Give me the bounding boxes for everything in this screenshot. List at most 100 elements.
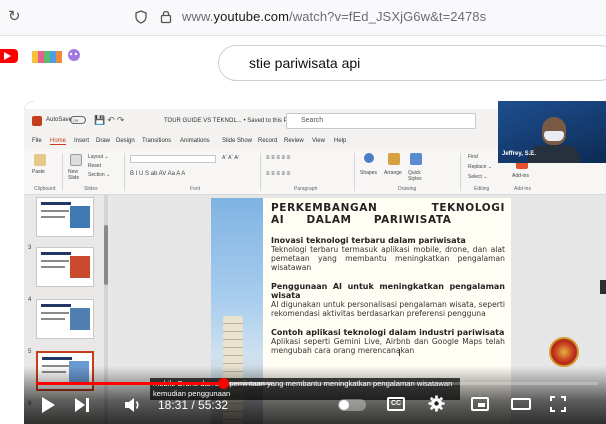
text-cursor-icon: I: [398, 348, 401, 359]
ppt-menu-slideshow: Slide Show: [222, 138, 253, 144]
thumb-image: [70, 206, 90, 228]
play-button[interactable]: [42, 397, 55, 413]
slide-heading: Penggunaan AI untuk meningkatkan pengala…: [271, 282, 505, 300]
ppt-menu-animations: Animations: [180, 138, 210, 144]
ribbon-divider: [124, 153, 125, 191]
ppt-menu-design: Design: [116, 138, 135, 144]
thumb-line: [41, 266, 65, 268]
quick-styles-icon: [410, 153, 422, 165]
url-path: /watch?v=fEd_JSXjG6w&t=2478s: [289, 9, 487, 24]
volume-icon[interactable]: [124, 397, 142, 413]
thumb-line: [41, 312, 69, 314]
shapes-icon: [364, 153, 374, 163]
ppt-shapes-label: Shapes: [360, 170, 377, 176]
browser-toolbar: ↻ www.youtube.com/watch?v=fEd_JSXjG6w&t=…: [0, 0, 606, 36]
subtitles-button[interactable]: CC: [387, 397, 405, 411]
ppt-new-slide-label: New Slide: [68, 169, 80, 181]
ppt-quick-access-icons: 💾↶↷: [94, 115, 127, 125]
page-scrollbar-thumb[interactable]: [600, 280, 606, 294]
search-query-text: stie pariwisata api: [249, 55, 361, 71]
ppt-arrange-label: Arrange: [384, 170, 402, 176]
ppt-menu-transitions: Transitions: [142, 138, 172, 144]
thumb-image: [70, 256, 90, 278]
progress-loaded: [223, 382, 273, 385]
time-display: 18:31 / 55:32: [158, 398, 229, 412]
ribbon-divider: [460, 153, 461, 191]
search-input[interactable]: stie pariwisata api: [218, 45, 606, 81]
miniplayer-button[interactable]: [471, 397, 489, 411]
current-time: 18:31: [158, 398, 189, 412]
autoplay-toggle[interactable]: [338, 399, 366, 411]
ppt-replace-label: Replace ⌄: [468, 164, 492, 170]
ribbon-divider: [260, 153, 261, 191]
presenter-webcam: Jeffrey, S.E.: [498, 101, 606, 163]
slide-thumbnail: [36, 299, 94, 339]
presenter-mask: [544, 131, 564, 141]
slide-body: Teknologi terbaru termasuk aplikasi mobi…: [271, 245, 505, 272]
slide-thumbnail: [36, 197, 94, 237]
font-size-icons: Aˆ Aˇ A⁄: [222, 155, 239, 161]
new-slide-icon: [70, 154, 82, 166]
ppt-search-box: Search: [286, 113, 476, 129]
ribbon-divider: [62, 153, 63, 191]
ribbon-divider: [354, 153, 355, 191]
ribbon-group-slides: Slides: [84, 186, 98, 192]
ppt-paste-label: Paste: [32, 169, 45, 175]
ribbon-group-paragraph: Paragraph: [294, 186, 318, 192]
thumb-number: 3: [28, 245, 32, 251]
next-button[interactable]: [74, 397, 90, 413]
ppt-autosave-label: AutoSave: [46, 117, 73, 123]
ppt-addins-label: Add-ins: [512, 173, 529, 179]
ribbon-group-editing: Editing: [474, 186, 490, 192]
paste-icon: [34, 154, 46, 166]
ppt-search-placeholder: Search: [301, 117, 324, 124]
thumb-number: 5: [28, 349, 32, 355]
address-bar[interactable]: www.youtube.com/watch?v=fEd_JSXjG6w&t=24…: [182, 9, 486, 24]
thumb-number: 4: [28, 297, 32, 303]
theater-mode-button[interactable]: [511, 398, 531, 410]
ribbon-group-addins: Add-ins: [514, 186, 531, 192]
thumb-title-bar: [41, 304, 71, 307]
presenter-name: Jeffrey, S.E.: [502, 151, 536, 157]
progress-played: [36, 382, 224, 385]
slide-text-box: PERKEMBANGAN TEKNOLOGI AI DALAM PARIWISA…: [271, 202, 505, 355]
url-prefix: www.: [182, 9, 214, 24]
thumb-image: [70, 308, 90, 330]
webcam-banner: [502, 105, 602, 111]
duration: 55:32: [198, 398, 229, 412]
youtube-logo-icon[interactable]: [0, 49, 18, 63]
lock-icon[interactable]: [160, 9, 172, 24]
ppt-menu-draw: Draw: [96, 138, 111, 144]
youtube-doodle-icon[interactable]: [30, 45, 82, 67]
url-domain: youtube.com: [213, 9, 290, 24]
ppt-menu-insert: Insert: [74, 138, 90, 144]
font-name-box: [130, 155, 216, 163]
slide-heading: Contoh aplikasi teknologi dalam industri…: [271, 328, 505, 337]
slide-heading: Inovasi teknologi terbaru dalam pariwisa…: [271, 236, 466, 245]
arrange-icon: [388, 153, 400, 165]
scrollbar-knob: [104, 225, 108, 285]
thumb-title-bar: [41, 252, 71, 255]
ribbon-group-drawing: Drawing: [398, 186, 417, 192]
ppt-layout-label: Layout ⌄: [88, 154, 109, 160]
font-format-icons: B I U S ab AV Aa A A: [130, 171, 186, 177]
ppt-autosave-toggle: Off: [70, 116, 86, 124]
paragraph-icons: ≡ ≡ ≡ ≡ ≡: [266, 155, 291, 161]
gear-icon[interactable]: [428, 395, 445, 412]
ribbon-group-font: Font: [190, 186, 201, 192]
fullscreen-icon[interactable]: [550, 396, 566, 412]
shield-icon[interactable]: [135, 10, 147, 24]
thumb-line: [41, 260, 69, 262]
reload-icon[interactable]: ↻: [8, 9, 24, 25]
thumb-line: [41, 210, 69, 212]
progress-bar[interactable]: [36, 378, 598, 389]
slide-title: PERKEMBANGAN TEKNOLOGI AI DALAM PARIWISA…: [271, 202, 505, 226]
ppt-menu-help: Help: [334, 138, 347, 144]
powerpoint-app-icon: [32, 116, 42, 126]
ppt-reset-label: Reset: [88, 163, 102, 169]
video-player[interactable]: AutoSave Off 💾↶↷ TOUR GUIDE VS TEKNOL...…: [24, 101, 606, 424]
slide-body: AI digunakan untuk personalisasi pengala…: [271, 300, 505, 318]
ppt-menu-review: Review: [284, 138, 304, 144]
ppt-quick-styles-label: Quick Styles: [408, 170, 422, 182]
thumb-title-bar: [42, 357, 72, 360]
